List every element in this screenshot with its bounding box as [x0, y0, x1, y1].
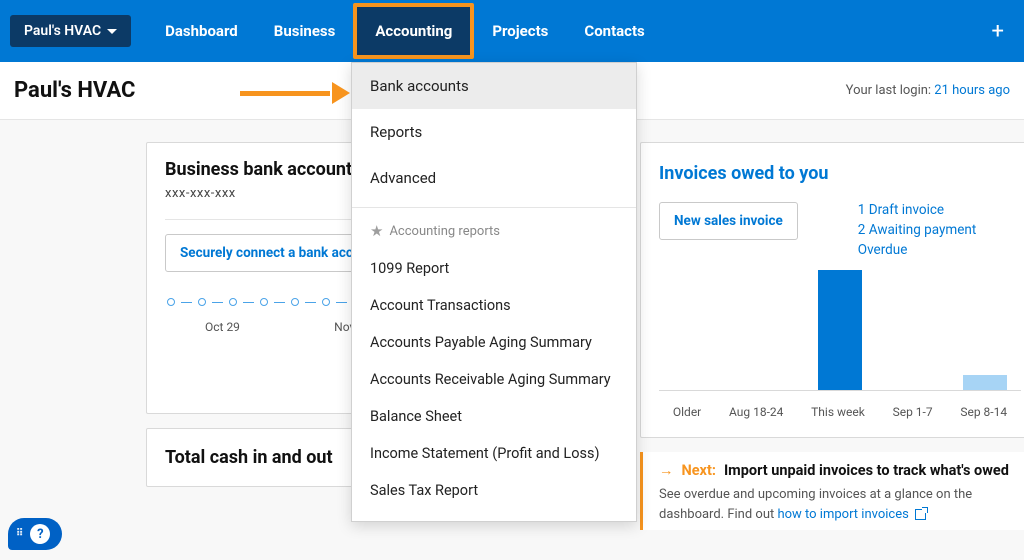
dropdown-item-bank-accounts[interactable]: Bank accounts	[352, 63, 636, 109]
invoice-status-links: 1 Draft invoice 2 Awaiting payment Overd…	[858, 202, 976, 258]
org-name: Paul's HVAC	[24, 23, 101, 39]
bar-label-0: Older	[673, 405, 701, 419]
bar-label-2: This week	[811, 405, 865, 419]
annotation-arrow	[240, 86, 350, 100]
next-label: Next:	[682, 462, 716, 479]
tab-accounting[interactable]: Accounting	[353, 3, 474, 59]
tab-projects[interactable]: Projects	[474, 0, 566, 62]
external-link-icon	[915, 509, 926, 520]
last-login-link[interactable]: 21 hours ago	[934, 83, 1010, 98]
new-sales-invoice-button[interactable]: New sales invoice	[659, 202, 798, 240]
org-selector[interactable]: Paul's HVAC	[10, 15, 131, 47]
invoice-link-draft[interactable]: 1 Draft invoice	[858, 202, 976, 218]
next-description: See overdue and upcoming invoices at a g…	[659, 485, 1024, 524]
nav-tabs: Dashboard Business Accounting Projects C…	[147, 0, 663, 62]
dropdown-report-1099[interactable]: 1099 Report	[352, 250, 636, 287]
invoices-card: Invoices owed to you New sales invoice 1…	[640, 142, 1024, 438]
add-button[interactable]: +	[982, 19, 1014, 44]
dropdown-item-advanced[interactable]: Advanced	[352, 155, 636, 201]
bar-label-3: Sep 1-7	[893, 405, 933, 419]
caret-down-icon	[107, 29, 117, 34]
page-title: Paul's HVAC	[14, 78, 135, 103]
next-headline: Import unpaid invoices to track what's o…	[724, 462, 1009, 479]
spark-label-0: Oct 29	[205, 320, 240, 334]
divider	[352, 207, 636, 208]
tab-contacts[interactable]: Contacts	[566, 0, 662, 62]
bar-label-1: Aug 18-24	[729, 405, 783, 419]
invoice-link-awaiting[interactable]: 2 Awaiting payment	[858, 222, 976, 238]
help-widget[interactable]: ⠿ ?	[8, 518, 62, 550]
dropdown-report-ap-aging[interactable]: Accounts Payable Aging Summary	[352, 324, 636, 361]
dropdown-report-income-statement[interactable]: Income Statement (Profit and Loss)	[352, 435, 636, 472]
invoices-title[interactable]: Invoices owed to you	[659, 163, 1021, 184]
invoice-link-overdue[interactable]: Overdue	[858, 242, 976, 258]
tab-business[interactable]: Business	[256, 0, 354, 62]
drag-dots-icon: ⠿	[16, 531, 24, 537]
dropdown-report-ar-aging[interactable]: Accounts Receivable Aging Summary	[352, 361, 636, 398]
bar-label-4: Sep 8-14	[960, 405, 1007, 419]
dropdown-report-balance-sheet[interactable]: Balance Sheet	[352, 398, 636, 435]
dropdown-item-reports[interactable]: Reports	[352, 109, 636, 155]
accounting-dropdown: Bank accounts Reports Advanced ★ Account…	[351, 62, 637, 522]
tab-dashboard[interactable]: Dashboard	[147, 0, 256, 62]
question-icon: ?	[30, 524, 50, 544]
arrow-right-icon: →	[659, 462, 674, 479]
dropdown-report-account-transactions[interactable]: Account Transactions	[352, 287, 636, 324]
dropdown-report-sales-tax[interactable]: Sales Tax Report	[352, 472, 636, 509]
top-nav: Paul's HVAC Dashboard Business Accountin…	[0, 0, 1024, 62]
how-to-import-link[interactable]: how to import invoices	[777, 507, 926, 522]
invoice-bar-chart	[659, 261, 1021, 391]
last-login-label: Your last login:	[846, 83, 935, 98]
dropdown-section-header: ★ Accounting reports	[352, 216, 636, 250]
star-icon: ★	[370, 222, 383, 240]
bar-chart-labels: Older Aug 18-24 This week Sep 1-7 Sep 8-…	[659, 405, 1021, 419]
last-login: Your last login: 21 hours ago	[846, 83, 1010, 98]
next-step-panel: → Next: Import unpaid invoices to track …	[640, 452, 1024, 530]
